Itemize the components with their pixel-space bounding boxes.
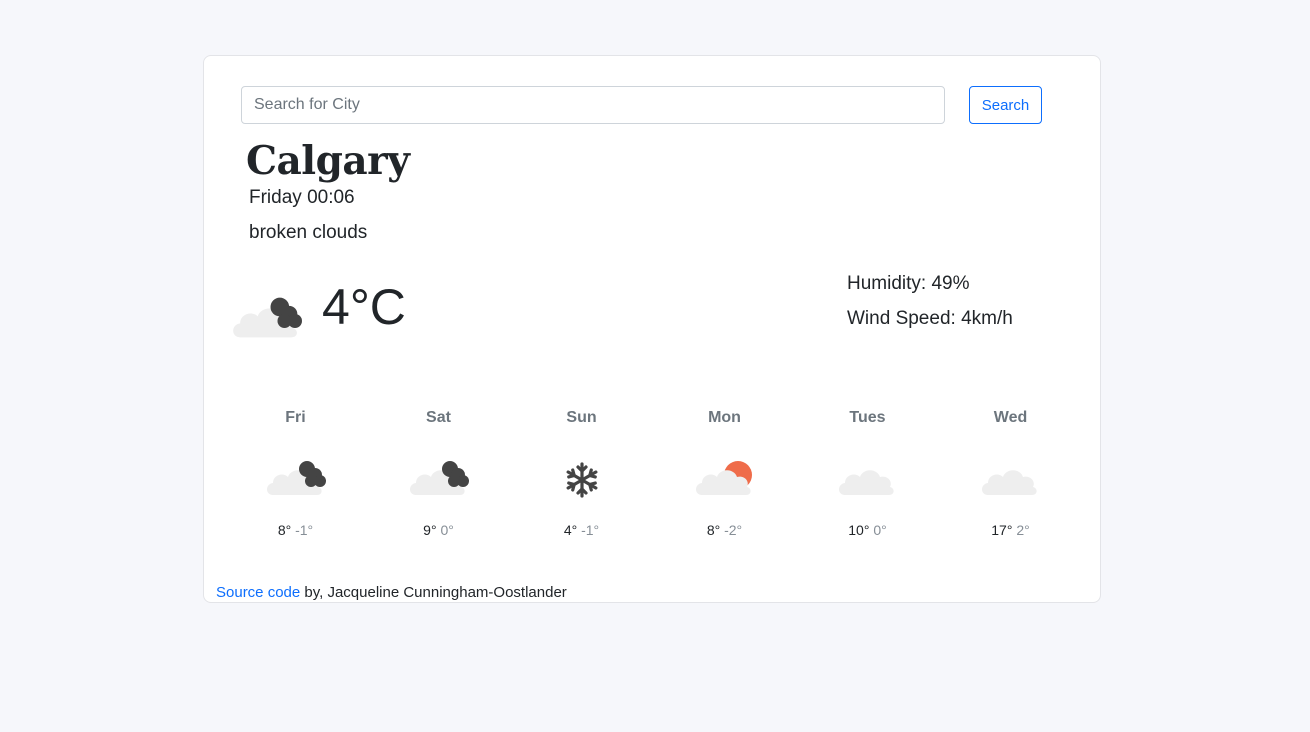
forecast-temps: 9° 0° [367,522,510,538]
broken-clouds-icon [409,461,469,495]
city-name: Calgary [246,138,410,184]
forecast-temps: 8° -2° [653,522,796,538]
forecast-temps: 17° 2° [939,522,1082,538]
forecast-day: Mon 8° -2° [653,406,796,546]
forecast: Fri 8° -1° Sat 9° 0° Sun 4° -1° Mon 8° -… [224,406,1082,546]
current-temperature: 4°C [322,278,406,336]
humidity: Humidity: 49% [847,273,970,294]
search-input[interactable] [241,86,945,124]
footer: Source code by, Jacqueline Cunningham-Oo… [216,584,567,601]
current-date: Friday 00:06 [249,187,355,208]
forecast-min: 0° [440,522,454,538]
forecast-day: Wed 17° 2° [939,406,1082,546]
forecast-min: -1° [295,522,314,538]
forecast-max: 8° [277,522,292,538]
source-code-link[interactable]: Source code [216,584,300,601]
forecast-max: 9° [423,522,437,538]
wind-speed: Wind Speed: 4km/h [847,308,1013,329]
forecast-day: Sun 4° -1° [510,406,653,546]
forecast-max: 8° [706,522,721,538]
forecast-max: 17° [991,522,1013,538]
forecast-temps: 8° -1° [224,522,367,538]
weather-description: broken clouds [249,222,368,243]
forecast-day-name: Mon [708,409,741,426]
broken-clouds-icon [266,461,326,495]
temperature-value: 4 [322,279,350,335]
weather-card: Search Calgary Friday 00:06 broken cloud… [203,55,1101,603]
broken-clouds-icon [233,297,302,338]
temperature-unit: °C [349,279,406,335]
forecast-max: 10° [848,522,870,538]
forecast-min: 0° [873,522,887,538]
forecast-day: Fri 8° -1° [224,406,367,546]
forecast-day-name: Wed [993,409,1028,426]
forecast-min: -1° [581,522,600,538]
cloudy-icon [838,470,894,495]
forecast-min: -2° [724,522,743,538]
forecast-temps: 10° 0° [796,522,939,538]
search-button[interactable]: Search [969,86,1042,124]
footer-credit: by, Jacqueline Cunningham-Oostlander [300,584,567,601]
partly-sunny-icon [695,461,752,495]
forecast-day-name: Sat [426,409,451,426]
forecast-day: Sat 9° 0° [367,406,510,546]
forecast-max: 4° [563,522,578,538]
forecast-min: 2° [1016,522,1030,538]
snow-icon [566,462,597,498]
forecast-day-name: Fri [285,409,306,426]
forecast-day: Tues 10° 0° [796,406,939,546]
cloudy-icon [981,470,1037,495]
forecast-day-name: Sun [566,409,597,426]
forecast-day-name: Tues [849,409,886,426]
forecast-temps: 4° -1° [510,522,653,538]
